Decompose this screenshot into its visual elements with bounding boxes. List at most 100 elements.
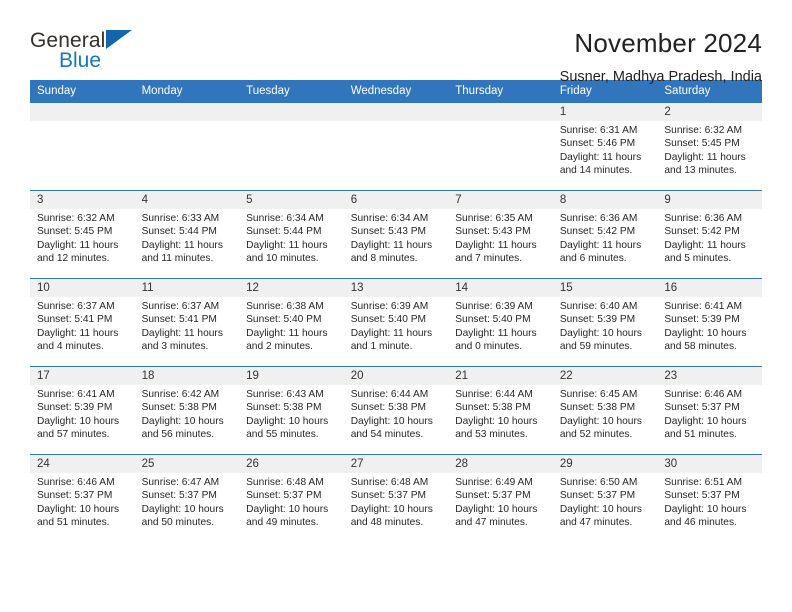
calendar-day-cell[interactable]: 10 Sunrise: 6:37 AM Sunset: 5:41 PM Dayligh… [30, 278, 135, 367]
sunset-text: Sunset: 5:37 PM [246, 490, 322, 502]
sunset-text: Sunset: 5:37 PM [141, 490, 217, 502]
sunset-text: Sunset: 5:42 PM [559, 226, 636, 238]
day-sun-info: Sunrise: 6:49 AM Sunset: 5:37 PM Daylight:… [448, 473, 553, 530]
calendar-page: General Blue November 2024 Susner, Madhy… [0, 0, 792, 612]
calendar-day-cell[interactable]: 3 Sunrise: 6:32 AM Sunset: 5:45 PM Daylight… [30, 190, 135, 279]
day-cell-inner [343, 103, 449, 190]
daylight-text: Daylight: 11 hours and 5 minutes. [664, 239, 746, 265]
sunrise-text: Sunrise: 6:37 AM [37, 301, 115, 312]
calendar-day-cell[interactable]: 16 Sunrise: 6:41 AM Sunset: 5:39 PM Dayligh… [657, 278, 762, 367]
calendar-day-cell[interactable]: 14 Sunrise: 6:39 AM Sunset: 5:40 PM Dayligh… [448, 278, 553, 367]
calendar-day-cell[interactable]: 15 Sunrise: 6:40 AM Sunset: 5:39 PM Dayligh… [552, 278, 658, 367]
daylight-text: Daylight: 11 hours and 7 minutes. [455, 239, 537, 265]
daylight-text: Daylight: 10 hours and 58 minutes. [664, 327, 747, 353]
daylight-text: Daylight: 10 hours and 47 minutes. [559, 503, 642, 529]
day-cell-inner: 11 Sunrise: 6:37 AM Sunset: 5:41 PM Dayligh… [134, 279, 240, 366]
sunset-text: Sunset: 5:37 PM [559, 490, 636, 502]
sunset-text: Sunset: 5:45 PM [664, 138, 740, 150]
day-sun-info: Sunrise: 6:33 AM Sunset: 5:44 PM Daylight:… [135, 209, 240, 266]
daylight-text: Daylight: 10 hours and 50 minutes. [141, 503, 224, 529]
sunset-text: Sunset: 5:38 PM [246, 402, 322, 414]
daylight-text: Daylight: 11 hours and 10 minutes. [246, 239, 328, 265]
daylight-text: Daylight: 10 hours and 56 minutes. [141, 415, 224, 441]
day-cell-inner [30, 103, 135, 190]
calendar-day-cell[interactable]: 1 Sunrise: 6:31 AM Sunset: 5:46 PM Daylight… [552, 102, 658, 191]
calendar-day-cell[interactable]: 29 Sunrise: 6:50 AM Sunset: 5:37 PM Dayligh… [552, 454, 658, 543]
calendar-day-cell[interactable]: 8 Sunrise: 6:36 AM Sunset: 5:42 PM Daylight… [552, 190, 658, 279]
sunrise-text: Sunrise: 6:48 AM [246, 477, 324, 488]
calendar-day-cell[interactable]: 22 Sunrise: 6:45 AM Sunset: 5:38 PM Dayligh… [552, 366, 658, 455]
calendar-day-cell[interactable]: 28 Sunrise: 6:49 AM Sunset: 5:37 PM Dayligh… [448, 454, 553, 543]
sunrise-text: Sunrise: 6:32 AM [37, 213, 115, 224]
calendar-day-cell[interactable]: 4 Sunrise: 6:33 AM Sunset: 5:44 PM Daylight… [134, 190, 240, 279]
calendar-day-cell[interactable]: 21 Sunrise: 6:44 AM Sunset: 5:38 PM Dayligh… [448, 366, 553, 455]
day-number: 6 [343, 191, 449, 209]
calendar-day-cell[interactable]: 7 Sunrise: 6:35 AM Sunset: 5:43 PM Daylight… [448, 190, 553, 279]
day-number: 5 [239, 191, 344, 209]
day-cell-inner: 26 Sunrise: 6:48 AM Sunset: 5:37 PM Dayligh… [239, 455, 344, 543]
day-cell-inner: 3 Sunrise: 6:32 AM Sunset: 5:45 PM Daylight… [30, 191, 135, 278]
daylight-text: Daylight: 11 hours and 3 minutes. [141, 327, 223, 353]
sunrise-text: Sunrise: 6:50 AM [559, 477, 638, 488]
day-cell-inner: 18 Sunrise: 6:42 AM Sunset: 5:38 PM Dayligh… [134, 367, 240, 454]
sunrise-text: Sunrise: 6:47 AM [141, 477, 220, 488]
day-sun-info: Sunrise: 6:32 AM Sunset: 5:45 PM Daylight:… [30, 209, 135, 266]
sunrise-text: Sunrise: 6:34 AM [246, 213, 324, 224]
day-number: 10 [30, 279, 135, 297]
page-header: General Blue November 2024 Susner, Madhy… [30, 0, 762, 85]
sunrise-text: Sunrise: 6:31 AM [559, 125, 638, 136]
sunset-text: Sunset: 5:38 PM [141, 402, 217, 414]
day-cell-inner: 20 Sunrise: 6:44 AM Sunset: 5:38 PM Dayligh… [343, 367, 449, 454]
sunrise-text: Sunrise: 6:46 AM [664, 389, 742, 400]
calendar-day-cell[interactable]: 6 Sunrise: 6:34 AM Sunset: 5:43 PM Daylight… [343, 190, 449, 279]
calendar-day-cell[interactable]: 5 Sunrise: 6:34 AM Sunset: 5:44 PM Daylight… [239, 190, 344, 279]
daylight-text: Daylight: 11 hours and 8 minutes. [350, 239, 433, 265]
day-sun-info: Sunrise: 6:36 AM Sunset: 5:42 PM Daylight:… [657, 209, 762, 266]
day-sun-info: Sunrise: 6:45 AM Sunset: 5:38 PM Daylight:… [553, 385, 658, 442]
sunrise-text: Sunrise: 6:51 AM [664, 477, 742, 488]
day-cell-inner [134, 103, 240, 190]
day-number: 1 [552, 103, 658, 121]
day-cell-inner: 6 Sunrise: 6:34 AM Sunset: 5:43 PM Daylight… [343, 191, 449, 278]
calendar-day-cell[interactable]: 27 Sunrise: 6:48 AM Sunset: 5:37 PM Dayligh… [343, 454, 449, 543]
day-cell-inner: 9 Sunrise: 6:36 AM Sunset: 5:42 PM Daylight… [657, 191, 762, 278]
sunrise-text: Sunrise: 6:42 AM [141, 389, 220, 400]
day-cell-inner: 7 Sunrise: 6:35 AM Sunset: 5:43 PM Daylight… [448, 191, 553, 278]
calendar-day-cell[interactable]: 9 Sunrise: 6:36 AM Sunset: 5:42 PM Daylight… [657, 190, 762, 279]
calendar-day-cell[interactable]: 19 Sunrise: 6:43 AM Sunset: 5:38 PM Dayligh… [239, 366, 344, 455]
calendar-day-cell[interactable]: 18 Sunrise: 6:42 AM Sunset: 5:38 PM Dayligh… [134, 366, 240, 455]
daylight-text: Daylight: 10 hours and 55 minutes. [246, 415, 329, 441]
calendar-day-cell[interactable]: 30 Sunrise: 6:51 AM Sunset: 5:37 PM Dayligh… [657, 454, 762, 543]
brand-logo[interactable]: General Blue [30, 28, 160, 71]
sunset-text: Sunset: 5:38 PM [455, 402, 531, 414]
sunset-text: Sunset: 5:41 PM [141, 314, 217, 326]
calendar-week-row: 17 Sunrise: 6:41 AM Sunset: 5:39 PM Dayligh… [30, 366, 762, 455]
calendar-day-cell[interactable]: 2 Sunrise: 6:32 AM Sunset: 5:45 PM Daylight… [657, 102, 762, 191]
day-sun-info: Sunrise: 6:39 AM Sunset: 5:40 PM Daylight:… [448, 297, 553, 354]
calendar-day-cell[interactable]: 20 Sunrise: 6:44 AM Sunset: 5:38 PM Dayligh… [343, 366, 449, 455]
day-cell-inner: 21 Sunrise: 6:44 AM Sunset: 5:38 PM Dayligh… [448, 367, 553, 454]
calendar-day-cell[interactable]: 24 Sunrise: 6:46 AM Sunset: 5:37 PM Dayligh… [30, 454, 135, 543]
location-subtitle: Susner, Madhya Pradesh, India [559, 69, 762, 85]
calendar-day-cell-empty [134, 102, 240, 191]
calendar-day-cell[interactable]: 12 Sunrise: 6:38 AM Sunset: 5:40 PM Dayligh… [239, 278, 344, 367]
day-sun-info: Sunrise: 6:50 AM Sunset: 5:37 PM Daylight:… [553, 473, 658, 530]
calendar-day-cell-empty [448, 102, 553, 191]
calendar-day-cell-empty [30, 102, 135, 191]
day-sun-info: Sunrise: 6:34 AM Sunset: 5:44 PM Daylight:… [239, 209, 344, 266]
calendar-day-cell[interactable]: 17 Sunrise: 6:41 AM Sunset: 5:39 PM Dayligh… [30, 366, 135, 455]
day-cell-inner: 5 Sunrise: 6:34 AM Sunset: 5:44 PM Daylight… [239, 191, 344, 278]
sunrise-text: Sunrise: 6:44 AM [455, 389, 533, 400]
calendar-day-cell[interactable]: 25 Sunrise: 6:47 AM Sunset: 5:37 PM Dayligh… [134, 454, 240, 543]
calendar-day-cell[interactable]: 13 Sunrise: 6:39 AM Sunset: 5:40 PM Dayligh… [343, 278, 449, 367]
day-number: 8 [552, 191, 658, 209]
calendar-day-cell[interactable]: 11 Sunrise: 6:37 AM Sunset: 5:41 PM Dayligh… [134, 278, 240, 367]
day-number: 16 [657, 279, 762, 297]
calendar-day-cell[interactable]: 26 Sunrise: 6:48 AM Sunset: 5:37 PM Dayligh… [239, 454, 344, 543]
sunrise-text: Sunrise: 6:32 AM [664, 125, 742, 136]
calendar-day-cell[interactable]: 23 Sunrise: 6:46 AM Sunset: 5:37 PM Dayligh… [657, 366, 762, 455]
daylight-text: Daylight: 10 hours and 49 minutes. [246, 503, 329, 529]
weekday-header-wednesday: Wednesday [343, 80, 449, 103]
daylight-text: Daylight: 11 hours and 14 minutes. [559, 151, 642, 177]
day-sun-info: Sunrise: 6:51 AM Sunset: 5:37 PM Daylight:… [657, 473, 762, 530]
